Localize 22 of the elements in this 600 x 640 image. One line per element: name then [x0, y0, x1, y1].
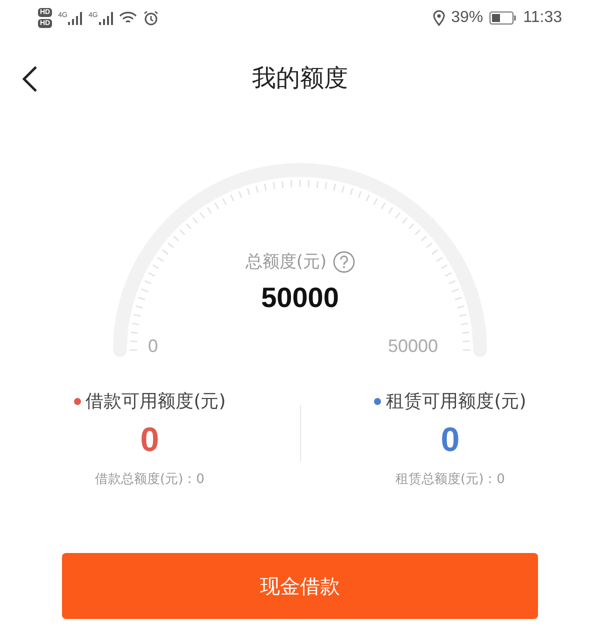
cash-loan-button[interactable]: 现金借款 [62, 553, 538, 619]
battery-icon [489, 11, 518, 25]
available-credit-label: 借款可用额度(元) [86, 390, 226, 413]
battery-percentage: 39% [451, 9, 484, 27]
wifi-icon [118, 11, 137, 25]
clock-time: 11:33 [523, 9, 562, 27]
location-pin-icon [433, 10, 446, 26]
gauge-max-label: 50000 [388, 336, 438, 357]
help-icon[interactable] [332, 250, 355, 272]
available-credit-label: 租赁可用额度(元) [386, 390, 526, 413]
back-chevron-icon [22, 66, 38, 92]
gauge-min-label: 0 [148, 336, 158, 357]
total-credit-amount: 50000 [260, 282, 340, 314]
alarm-icon [142, 10, 159, 26]
signal-icon [68, 12, 82, 24]
available-credit-amount: 0 [140, 421, 160, 460]
signal-icon [98, 12, 113, 24]
total-credit-text: 租赁总额度(元)：0 [396, 471, 505, 488]
available-credit-amount: 0 [440, 421, 460, 460]
total-credit-text: 借款总额度(元)：0 [95, 471, 204, 488]
total-credit-label: 总额度(元) [245, 251, 327, 273]
page-title: 我的额度 [252, 63, 348, 94]
